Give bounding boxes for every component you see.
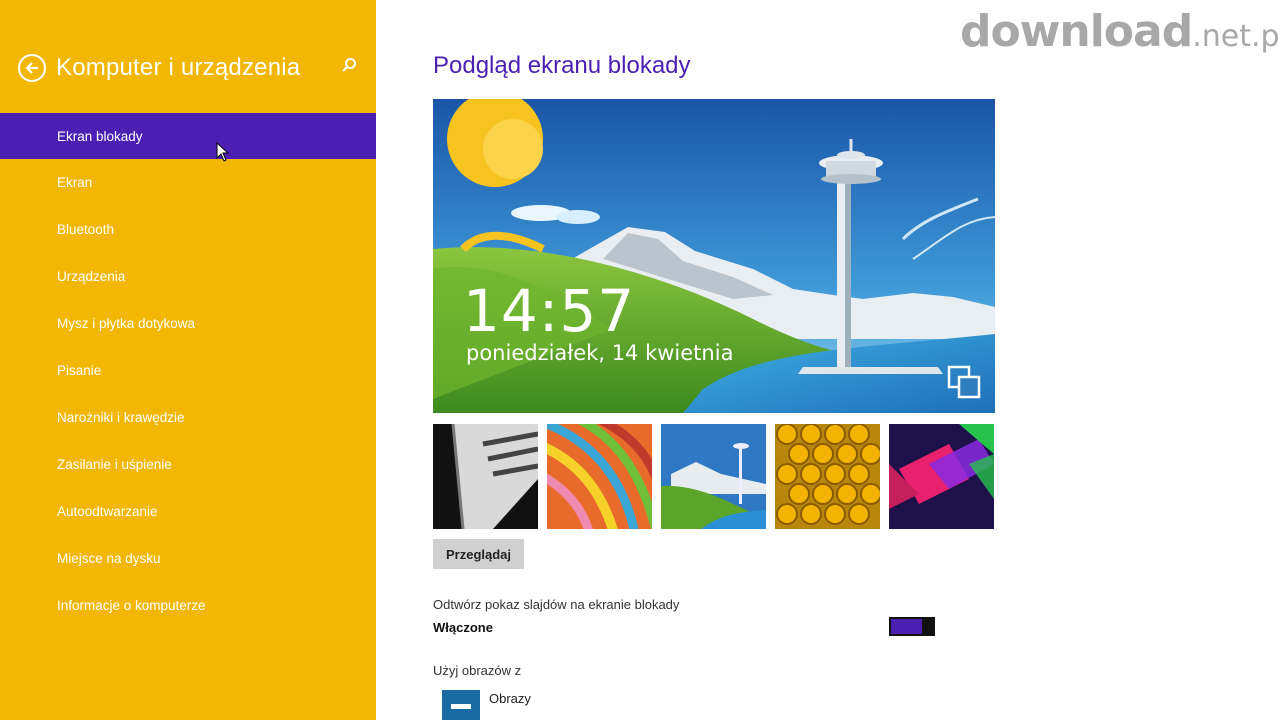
sidebar-item-corners-edges[interactable]: Narożniki i krawędzie [0, 394, 376, 441]
thumbnail-honeycomb[interactable] [775, 424, 880, 529]
search-icon[interactable] [339, 56, 359, 76]
slideshow-toggle[interactable] [889, 617, 935, 636]
browse-button[interactable]: Przeglądaj [433, 539, 524, 569]
sidebar-item-display[interactable]: Ekran [0, 159, 376, 206]
use-images-from-label: Użyj obrazów z [433, 663, 522, 678]
pictures-folder-icon [442, 690, 480, 720]
thumbnail-geometric[interactable] [889, 424, 994, 529]
sidebar-nav: Ekran blokady Ekran Bluetooth Urządzenia… [0, 113, 376, 629]
thumbnail-stripes[interactable] [547, 424, 652, 529]
lock-screen-time: 14:57 [463, 277, 636, 345]
sidebar-item-devices[interactable]: Urządzenia [0, 253, 376, 300]
back-arrow-icon [25, 62, 38, 74]
sidebar-title: Komputer i urządzenia [56, 54, 301, 81]
wallpaper-thumbnails [433, 424, 997, 529]
mouse-pointer-icon [216, 142, 230, 162]
sidebar-item-power-sleep[interactable]: Zasilanie i uśpienie [0, 441, 376, 488]
sidebar-item-pc-info[interactable]: Informacje o komputerze [0, 582, 376, 629]
back-button[interactable] [18, 54, 46, 82]
sidebar-item-typing[interactable]: Pisanie [0, 347, 376, 394]
page-title: Podgląd ekranu blokady [433, 52, 691, 79]
sidebar-item-autoplay[interactable]: Autoodtwarzanie [0, 488, 376, 535]
slideshow-setting-label: Odtwórz pokaz slajdów na ekranie blokady [433, 597, 680, 612]
slideshow-toggle-state: Włączone [433, 620, 493, 635]
main-content: download.net.pl Podgląd ekranu blokady 1… [376, 0, 1281, 720]
watermark-logo: download.net.pl [960, 6, 1281, 57]
slideshow-icon [947, 365, 981, 399]
pictures-folder-item[interactable]: Obrazy [442, 690, 531, 720]
preview-background [433, 99, 995, 413]
thumbnail-piano[interactable] [433, 424, 538, 529]
lock-screen-date: poniedziałek, 14 kwietnia [466, 341, 734, 365]
folder-label: Obrazy [489, 690, 531, 706]
sidebar-item-mouse-touchpad[interactable]: Mysz i płytka dotykowa [0, 300, 376, 347]
sidebar-item-lock-screen[interactable]: Ekran blokady [0, 113, 376, 159]
thumbnail-seattle[interactable] [661, 424, 766, 529]
toggle-knob [922, 617, 934, 636]
sidebar-header: Komputer i urządzenia [18, 48, 363, 88]
sidebar-item-bluetooth[interactable]: Bluetooth [0, 206, 376, 253]
sidebar-item-disk-space[interactable]: Miejsce na dysku [0, 535, 376, 582]
settings-sidebar: Komputer i urządzenia Ekran blokady Ekra… [0, 0, 376, 720]
lock-screen-preview[interactable]: 14:57 poniedziałek, 14 kwietnia [433, 99, 995, 413]
